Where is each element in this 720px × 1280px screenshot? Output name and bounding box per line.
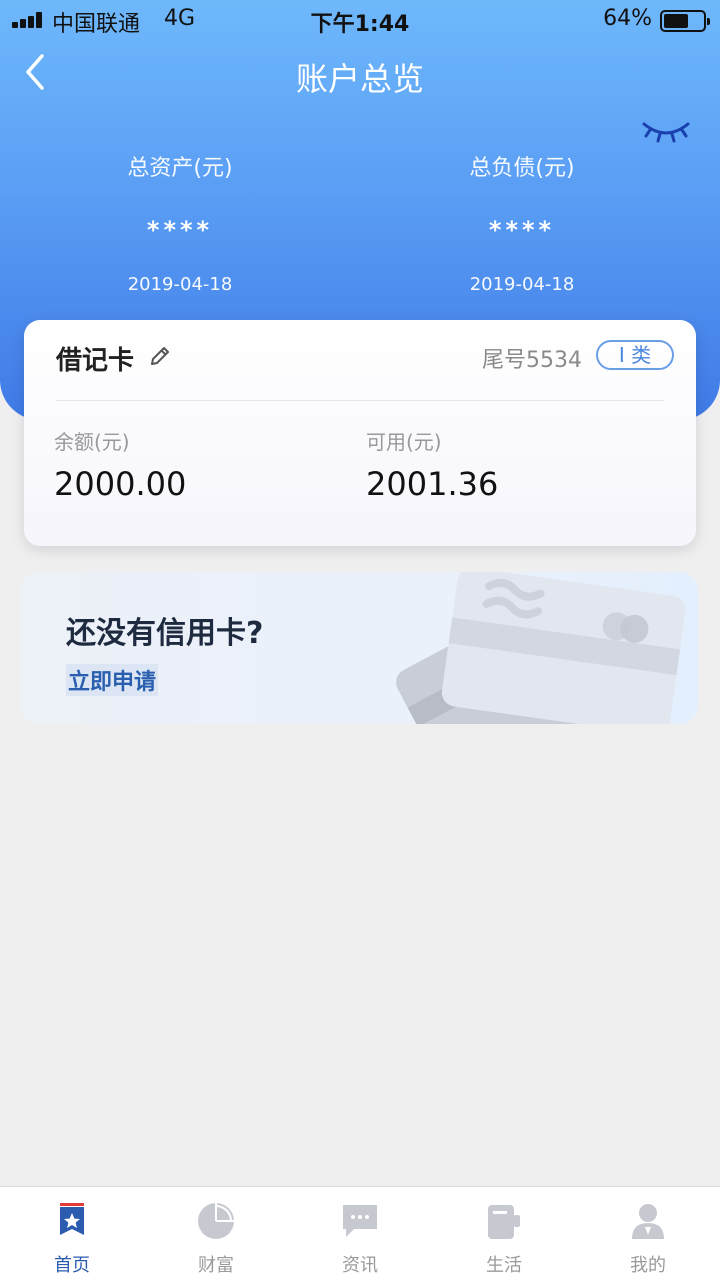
total-assets-block: 总资产(元) **** 2019-04-18 (0, 150, 360, 295)
total-assets-label: 总资产(元) (127, 156, 233, 181)
tab-label: 首页 (54, 1255, 90, 1276)
tab-life[interactable]: 生活 (432, 1187, 576, 1280)
tab-home[interactable]: 首页 (0, 1187, 144, 1280)
battery-fill (664, 14, 688, 28)
tab-label: 财富 (198, 1255, 234, 1276)
battery-percent: 64% (603, 6, 652, 31)
apply-now-link[interactable]: 立即申请 (66, 664, 159, 696)
home-star-icon (60, 1203, 84, 1235)
pie-chart-icon (198, 1203, 234, 1239)
tab-label: 生活 (486, 1255, 522, 1276)
tab-news[interactable]: 资讯 (288, 1187, 432, 1280)
status-bar: 中国联通 4G 下午1:44 64% (0, 0, 720, 40)
eye-closed-icon (642, 122, 690, 143)
tab-label: 资讯 (342, 1255, 378, 1276)
divider (56, 400, 664, 401)
tab-label: 我的 (630, 1255, 666, 1276)
available-value: 2001.36 (366, 465, 499, 503)
total-liabilities-date: 2019-04-18 (469, 274, 575, 295)
total-liabilities-block: 总负债(元) **** 2019-04-18 (342, 150, 702, 295)
bottom-tab-bar: 首页 财富 资讯 生活 我的 (0, 1186, 720, 1280)
card-tail-number: 尾号5534 (482, 348, 582, 373)
cup-icon (488, 1205, 520, 1239)
toggle-visibility-button[interactable] (640, 116, 692, 148)
available-label: 可用(元) (366, 430, 442, 454)
message-icon (343, 1205, 377, 1237)
available-field: 可用(元) 2001.36 (366, 426, 498, 503)
total-liabilities-value: **** (488, 216, 556, 244)
card-title: 借记卡 (56, 346, 135, 376)
pencil-icon (151, 347, 169, 365)
credit-card-promo[interactable]: 还没有信用卡? 立即申请 (20, 572, 698, 724)
user-icon (632, 1204, 664, 1239)
tab-mine[interactable]: 我的 (576, 1187, 720, 1280)
edit-card-name-button[interactable] (148, 344, 172, 368)
promo-title: 还没有信用卡? (66, 616, 264, 651)
balance-value: 2000.00 (54, 465, 187, 503)
page-title: 账户总览 (295, 60, 424, 98)
balance-label: 余额(元) (54, 430, 130, 454)
credit-card-illustration-icon (396, 572, 686, 724)
total-liabilities-label: 总负债(元) (469, 156, 575, 181)
card-type-badge: I 类 (596, 340, 674, 370)
battery-icon (660, 10, 710, 32)
debit-card[interactable]: 借记卡 尾号5534 I 类 余额(元) 2000.00 可用(元) 2001.… (24, 320, 696, 546)
total-assets-value: **** (146, 216, 214, 244)
tab-wealth[interactable]: 财富 (144, 1187, 288, 1280)
balance-field: 余额(元) 2000.00 (54, 426, 186, 503)
total-assets-date: 2019-04-18 (127, 274, 233, 295)
